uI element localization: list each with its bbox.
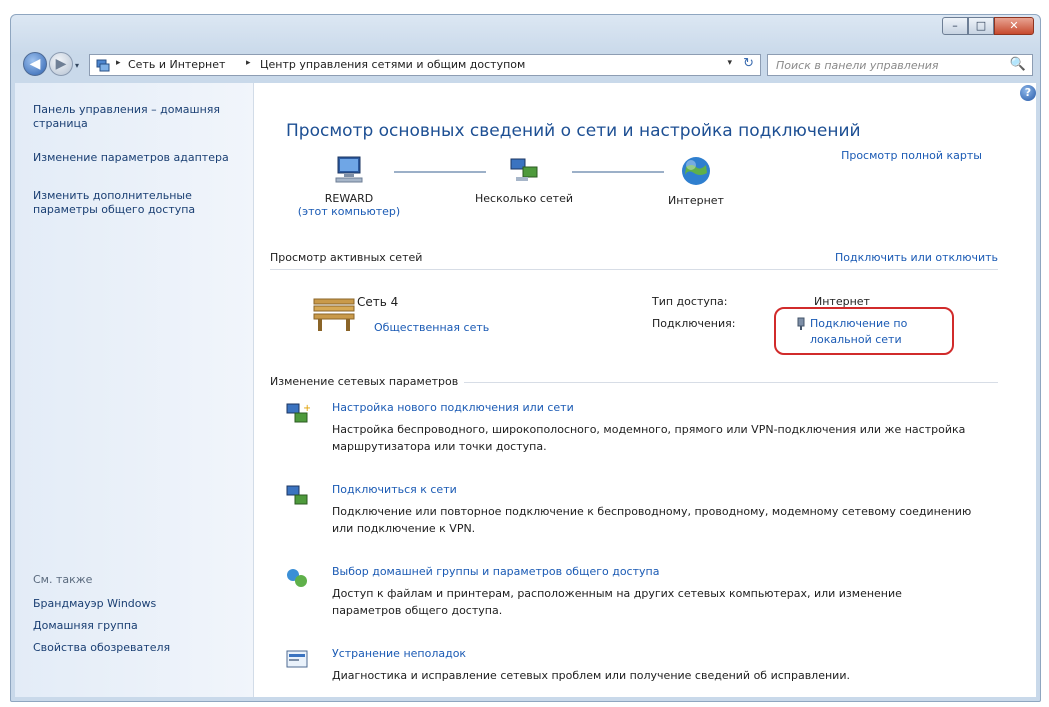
active-network-name: Сеть 4 <box>357 295 399 309</box>
active-networks-header: Просмотр активных сетей Подключить или о… <box>270 251 998 265</box>
search-icon[interactable]: 🔍 <box>1010 57 1026 72</box>
sidebar-sharing-settings-link[interactable]: Изменить дополнительные параметры общего… <box>33 189 248 217</box>
sidebar: Панель управления – домашняя страница Из… <box>15 83 254 697</box>
breadcrumb-separator[interactable]: ▸ <box>116 58 121 68</box>
sidebar-firewall-link[interactable]: Брандмауэр Windows <box>33 597 248 611</box>
troubleshoot-icon <box>286 650 308 668</box>
troubleshoot-link[interactable]: Устранение неполадок <box>332 647 466 660</box>
breadcrumb-network-center[interactable]: Центр управления сетями и общим доступом <box>260 58 525 71</box>
connect-network-icon <box>286 485 308 505</box>
multiple-networks-icon <box>510 158 538 181</box>
close-icon: ✕ <box>1009 19 1019 32</box>
homegroup-link[interactable]: Выбор домашней группы и параметров общег… <box>332 565 659 578</box>
divider <box>270 269 998 270</box>
sidebar-internet-options-link[interactable]: Свойства обозревателя <box>33 641 248 655</box>
help-icon[interactable]: ? <box>1020 85 1036 101</box>
minimize-icon: – <box>952 19 958 32</box>
main-content: ? Просмотр основных сведений о сети и на… <box>254 83 1036 697</box>
new-connection-description: Настройка беспроводного, широкополосного… <box>332 423 966 453</box>
connect-to-network-description: Подключение или повторное подключение к … <box>332 505 972 535</box>
multiple-networks-label: Несколько сетей <box>475 192 573 205</box>
sidebar-homegroup-link[interactable]: Домашняя группа <box>33 619 248 633</box>
forward-button[interactable]: ▶ <box>49 52 73 76</box>
network-center-icon <box>96 59 110 72</box>
connect-to-network-link[interactable]: Подключиться к сети <box>332 483 457 496</box>
connections-label: Подключения: <box>652 317 736 330</box>
back-button[interactable]: ◀ <box>23 52 47 76</box>
new-connection-link[interactable]: Настройка нового подключения или сети <box>332 401 574 414</box>
homegroup-description: Доступ к файлам и принтерам, расположенн… <box>332 587 902 617</box>
internet-node: Интернет <box>656 155 736 207</box>
troubleshoot-description: Диагностика и исправление сетевых пробле… <box>332 669 850 682</box>
history-dropdown-icon[interactable]: ▾ <box>75 61 79 70</box>
address-dropdown-icon[interactable]: ▾ <box>727 58 732 68</box>
sidebar-adapter-settings-link[interactable]: Изменение параметров адаптера <box>33 151 248 165</box>
search-placeholder: Поиск в панели управления <box>776 59 939 72</box>
access-type-label: Тип доступа: <box>652 295 728 308</box>
connection-line <box>394 171 486 173</box>
breadcrumb-separator[interactable]: ▸ <box>246 58 251 68</box>
highlight-annotation <box>774 307 954 355</box>
see-also-heading: См. также <box>33 573 93 586</box>
connection-line <box>572 171 664 173</box>
computer-name: REWARD <box>324 192 374 205</box>
control-panel-window: – □ ✕ ◀ ▶ ▾ ▸ Сеть и Интернет ▸ Центр уп… <box>10 14 1041 702</box>
homegroup-icon <box>287 569 307 587</box>
new-connection-icon: + <box>286 403 310 423</box>
computer-node: REWARD (этот компьютер) <box>294 155 404 218</box>
address-bar[interactable]: ▸ Сеть и Интернет ▸ Центр управления сет… <box>89 54 761 76</box>
active-networks-title: Просмотр активных сетей <box>270 251 423 264</box>
internet-label: Интернет <box>668 194 724 207</box>
network-type-link[interactable]: Общественная сеть <box>374 321 489 334</box>
svg-text:+: + <box>303 403 310 414</box>
computer-icon <box>335 156 363 183</box>
title-bar: – □ ✕ <box>11 15 1040 45</box>
maximize-button[interactable]: □ <box>968 17 994 35</box>
minimize-button[interactable]: – <box>942 17 968 35</box>
connect-disconnect-link[interactable]: Подключить или отключить <box>835 251 998 264</box>
change-settings-heading: Изменение сетевых параметров <box>270 375 465 388</box>
public-network-bench-icon <box>313 298 355 331</box>
this-computer-label: (этот компьютер) <box>297 205 401 218</box>
page-title: Просмотр основных сведений о сети и наст… <box>286 121 861 141</box>
close-button[interactable]: ✕ <box>994 17 1034 35</box>
search-box[interactable]: Поиск в панели управления 🔍 <box>767 54 1033 76</box>
globe-icon <box>682 157 710 185</box>
navigation-bar: ◀ ▶ ▾ ▸ Сеть и Интернет ▸ Центр управлен… <box>11 47 1040 81</box>
full-map-link[interactable]: Просмотр полной карты <box>841 149 982 162</box>
refresh-icon[interactable]: ↻ <box>743 56 754 71</box>
multiple-networks-node: Несколько сетей <box>474 155 574 205</box>
breadcrumb-network-internet[interactable]: Сеть и Интернет <box>128 58 225 71</box>
maximize-icon: □ <box>975 19 987 32</box>
sidebar-home-link[interactable]: Панель управления – домашняя страница <box>33 103 248 131</box>
